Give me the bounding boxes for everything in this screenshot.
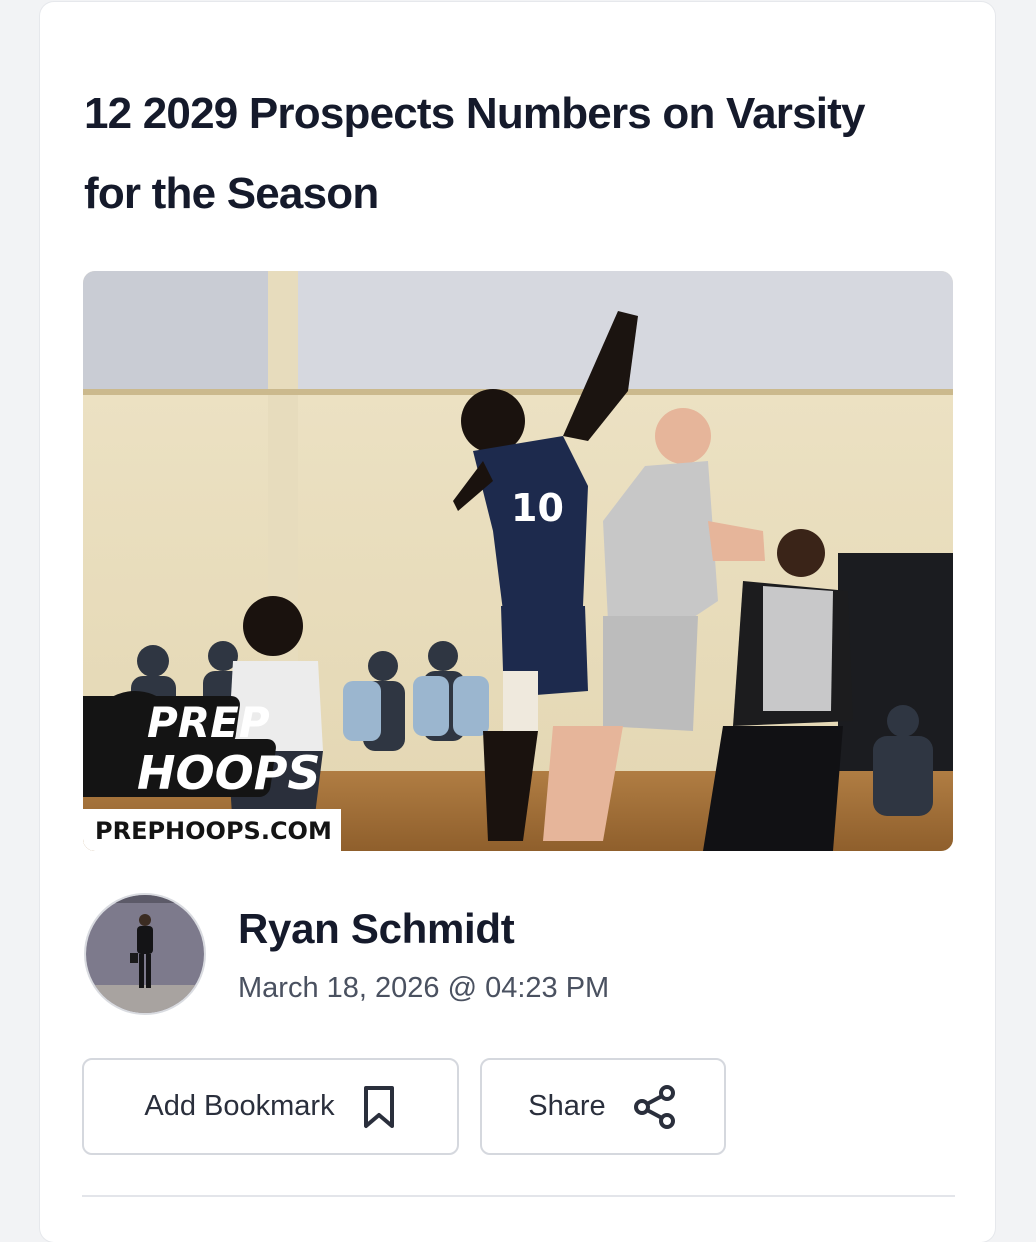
bookmark-icon bbox=[361, 1084, 397, 1130]
logo-hoops: HOOPS bbox=[137, 746, 321, 800]
share-label: Share bbox=[528, 1090, 606, 1122]
author-avatar[interactable] bbox=[84, 893, 206, 1015]
share-icon bbox=[632, 1084, 678, 1130]
author-name[interactable]: Ryan Schmidt bbox=[238, 905, 515, 953]
author-photo bbox=[86, 895, 204, 1013]
jersey-number: 10 bbox=[511, 486, 564, 530]
article-title: 12 2029 Prospects Numbers on Varsity for… bbox=[84, 89, 866, 218]
add-bookmark-button[interactable]: Add Bookmark bbox=[82, 1058, 459, 1155]
section-divider bbox=[82, 1195, 955, 1197]
watermark-text: PREPHOOPS.COM bbox=[95, 817, 332, 845]
add-bookmark-label: Add Bookmark bbox=[144, 1090, 335, 1122]
article-hero-image[interactable]: 10 PREP HOOPS PREPHOOPS.COM bbox=[83, 271, 953, 851]
hero-photo: 10 PREP HOOPS PREPHOOPS.COM bbox=[83, 271, 953, 851]
logo-prep: PREP bbox=[147, 698, 270, 747]
publish-date: March 18, 2026 @ 04:23 PM bbox=[238, 972, 610, 1004]
share-button[interactable]: Share bbox=[480, 1058, 726, 1155]
